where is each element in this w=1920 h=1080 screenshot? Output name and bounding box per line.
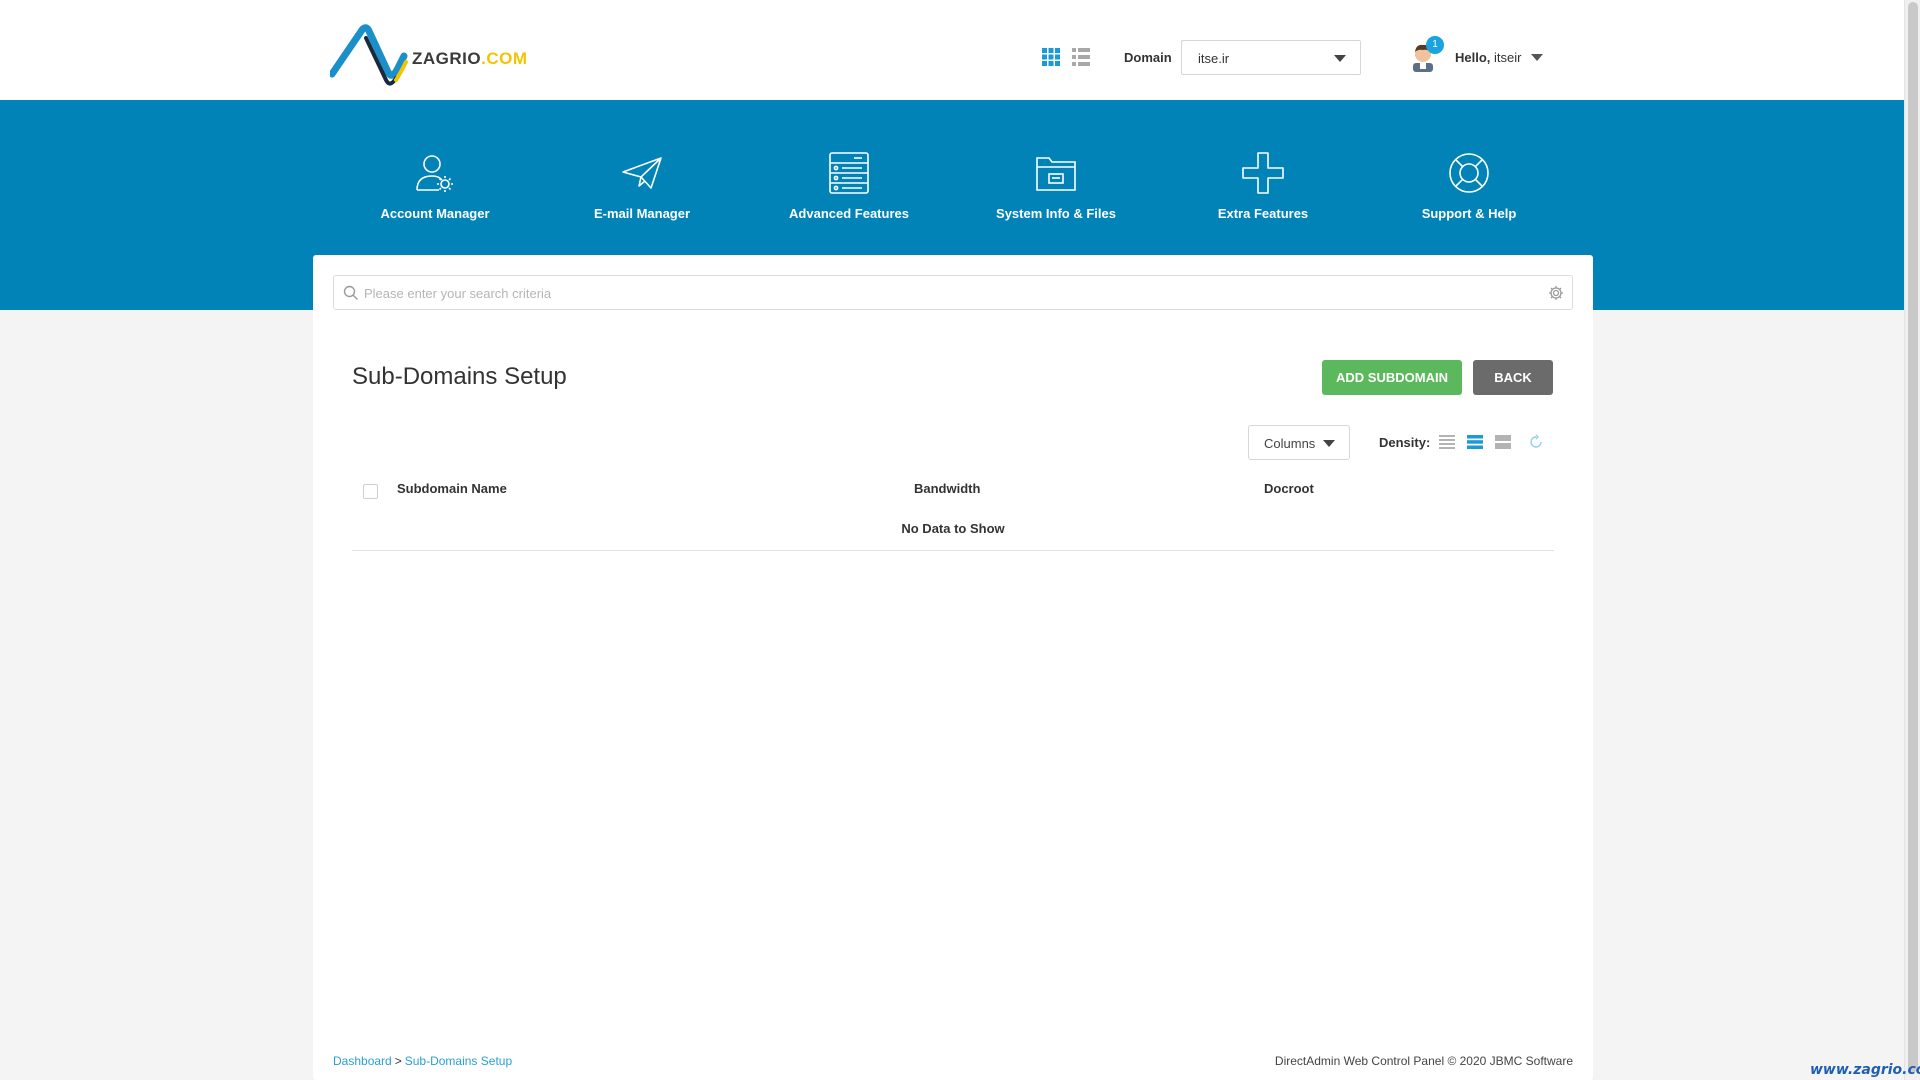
chevron-down-icon <box>1323 440 1335 447</box>
density-normal-icon[interactable] <box>1467 434 1483 450</box>
domain-select-value: itse.ir <box>1198 51 1230 66</box>
breadcrumb: Dashboard > Sub-Domains Setup <box>333 1054 512 1068</box>
table-divider <box>352 550 1554 551</box>
nav-advanced-features[interactable]: Advanced Features <box>759 150 939 221</box>
domain-select[interactable]: itse.ir <box>1181 40 1361 75</box>
server-icon <box>829 152 869 194</box>
nav-label: E-mail Manager <box>593 206 691 221</box>
nav-extra-features[interactable]: Extra Features <box>1173 150 1353 221</box>
density-compact-icon[interactable] <box>1439 434 1455 450</box>
density-label: Density: <box>1379 435 1431 450</box>
column-header-docroot[interactable]: Docroot <box>1264 481 1314 496</box>
search-icon <box>343 285 358 300</box>
copyright-text: DirectAdmin Web Control Panel © 2020 JBM… <box>1274 1054 1573 1068</box>
account-manager-icon <box>416 155 453 192</box>
user-menu-chevron-icon[interactable] <box>1531 54 1543 61</box>
nav-label: System Info & Files <box>996 206 1116 221</box>
paper-plane-icon <box>622 157 662 189</box>
top-header: ZAGRIO.COM Domain itse.ir 1 Hello, itsei… <box>0 0 1904 100</box>
nav-label: Account Manager <box>380 206 490 221</box>
nav-label: Extra Features <box>1217 206 1309 221</box>
user-greeting[interactable]: Hello, itseir <box>1455 50 1521 65</box>
back-button[interactable]: BACK <box>1473 360 1553 395</box>
grid-view-icon[interactable] <box>1042 48 1060 66</box>
username: itseir <box>1494 50 1522 65</box>
density-comfortable-icon[interactable] <box>1495 434 1511 450</box>
nav-support-help[interactable]: Support & Help <box>1379 150 1559 221</box>
nav-label: Support & Help <box>1421 206 1517 221</box>
search-bar <box>333 275 1573 310</box>
column-header-bandwidth[interactable]: Bandwidth <box>914 481 980 496</box>
scrollbar-thumb[interactable] <box>1908 2 1918 1072</box>
breadcrumb-dashboard[interactable]: Dashboard <box>333 1054 392 1068</box>
select-all-checkbox[interactable] <box>363 484 378 499</box>
domain-label: Domain <box>1124 50 1172 65</box>
chevron-down-icon <box>1334 55 1346 62</box>
nav-label: Advanced Features <box>789 206 909 221</box>
gear-icon[interactable] <box>1548 285 1564 301</box>
plus-icon <box>1242 152 1284 194</box>
column-header-subdomain-name[interactable]: Subdomain Name <box>397 481 507 496</box>
nav-system-info-files[interactable]: System Info & Files <box>966 150 1146 221</box>
brand-name: ZAGRIO.COM <box>412 49 528 68</box>
breadcrumb-separator: > <box>394 1054 402 1068</box>
lifebuoy-icon <box>1449 153 1489 193</box>
notification-badge[interactable]: 1 <box>1426 36 1444 54</box>
search-input[interactable] <box>364 282 1524 304</box>
breadcrumb-current[interactable]: Sub-Domains Setup <box>405 1054 512 1068</box>
watermark: www.zagrio.com <box>1810 1062 1920 1078</box>
add-subdomain-button[interactable]: ADD SUBDOMAIN <box>1322 360 1462 395</box>
refresh-icon[interactable] <box>1528 434 1544 450</box>
view-toggle <box>1042 48 1090 66</box>
empty-table-message: No Data to Show <box>901 521 1005 536</box>
folder-icon <box>1036 157 1076 191</box>
vertical-scrollbar[interactable] <box>1904 0 1920 1080</box>
page-title: Sub-Domains Setup <box>352 363 567 390</box>
logo-mark-icon <box>328 24 408 86</box>
list-view-icon[interactable] <box>1072 48 1090 66</box>
nav-account-manager[interactable]: Account Manager <box>345 150 525 221</box>
content-card: Sub-Domains Setup ADD SUBDOMAIN BACK Col… <box>313 255 1593 1080</box>
nav-email-manager[interactable]: E-mail Manager <box>552 150 732 221</box>
brand-logo[interactable]: ZAGRIO.COM <box>328 22 560 94</box>
columns-dropdown[interactable]: Columns <box>1248 425 1350 460</box>
columns-label: Columns <box>1264 436 1316 451</box>
